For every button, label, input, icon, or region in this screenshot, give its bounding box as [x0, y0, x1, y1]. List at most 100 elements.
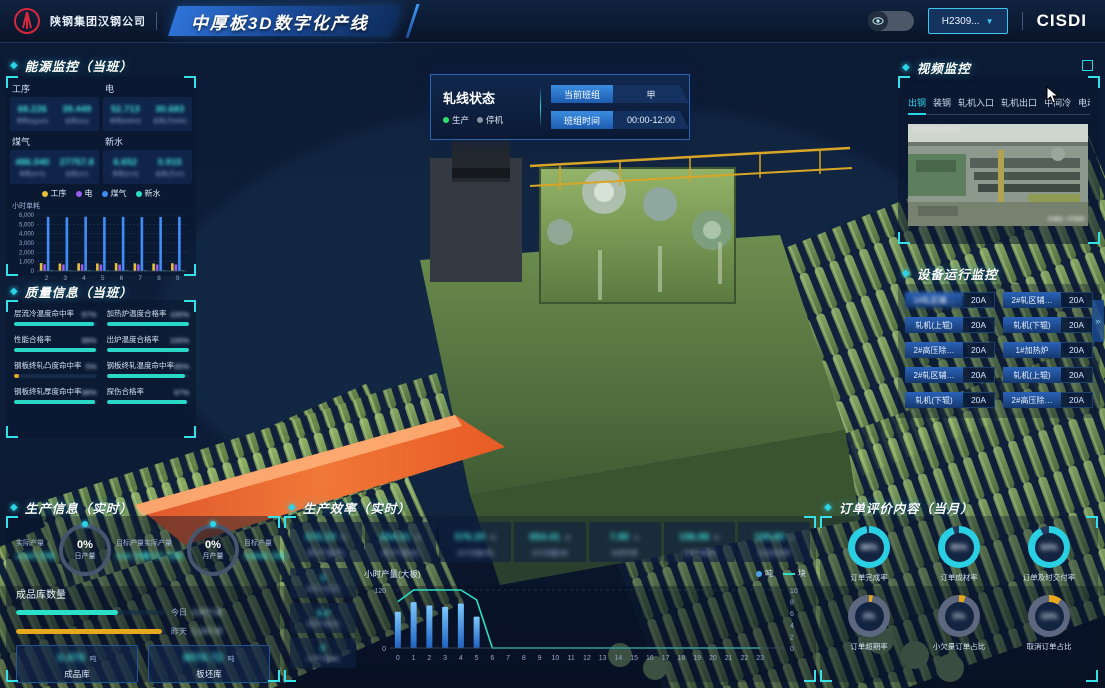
diamond-icon: ◆: [902, 62, 911, 73]
quality-item: 钢板终轧凸度命中率5%: [14, 360, 97, 378]
svg-text:12: 12: [583, 655, 591, 662]
line-select-dropdown[interactable]: H2309... ▼: [928, 8, 1008, 34]
energy-value: 27757.8: [60, 157, 94, 168]
diamond-icon: ◆: [10, 60, 19, 71]
svg-text:4: 4: [82, 275, 86, 282]
svg-text:4,000: 4,000: [19, 232, 35, 238]
legend-line: [783, 573, 795, 575]
device-row: 2#轧区辅…20A: [1003, 292, 1093, 308]
svg-text:16: 16: [646, 655, 654, 662]
quality-item: 钢板终轧厚度命中率98%: [14, 386, 97, 404]
legend-dot: [756, 571, 762, 577]
video-tab[interactable]: 中间冷: [1044, 96, 1071, 115]
svg-text:23: 23: [756, 655, 764, 662]
diamond-icon: ◆: [10, 502, 19, 513]
diamond-icon: ◆: [288, 502, 297, 513]
devices-panel-title: ◆ 设备运行监控: [902, 264, 998, 283]
legend-dot: [102, 191, 108, 197]
donut-gauge: 3%: [848, 595, 890, 637]
donut-gauge: 10%: [1028, 595, 1070, 637]
device-row: 轧机(下辊)20A: [905, 392, 995, 408]
quality-item: 探伤合格率97%: [107, 386, 190, 404]
svg-text:3,000: 3,000: [19, 241, 35, 247]
video-camera-label: 出钢区 1号相机: [1047, 215, 1085, 223]
efficiency-card: 108.88 %计划完成率: [738, 522, 810, 562]
video-timestamp: 09/13/2023 09:38:27: [911, 127, 961, 133]
line-status-title: 轧线状态: [443, 88, 530, 107]
order-kpi: 98% 订单完成率: [826, 526, 912, 583]
title-slash-decoration: [405, 4, 419, 38]
quality-info-panel: 层流冷温度命中率97% 加热炉温度合格率100% 性能合格率99% 出炉温度合格…: [6, 300, 196, 438]
svg-text:5: 5: [475, 655, 479, 662]
page-title-plate: 中厚板3D数字化产线: [168, 6, 399, 36]
svg-text:17: 17: [662, 655, 670, 662]
shift-time-chip: 班组时间 00:00-12:00: [551, 111, 689, 129]
production-efficiency-panel: 576.23 吨累计产量(吨) 654.41 块累计产量(块) 576.20 吨…: [284, 516, 816, 682]
hourly-chart-title: 小时产量(大板): [364, 568, 810, 580]
svg-text:13: 13: [599, 655, 607, 662]
video-tab[interactable]: 轧机出口: [1001, 96, 1037, 115]
svg-text:14: 14: [614, 655, 622, 662]
shift-stat-card: 0当班计划(块): [290, 568, 356, 598]
svg-text:10: 10: [551, 655, 559, 662]
quality-item: 出炉温度合格率100%: [107, 334, 190, 352]
energy-group-gas: 煤气 486.040单耗(m³/t) 27757.8总耗(m³): [10, 134, 99, 184]
device-row: 2#高压除…20A: [905, 342, 995, 358]
device-row: 1#轧区辅…20A: [905, 292, 995, 308]
svg-text:2: 2: [790, 634, 794, 641]
svg-text:0: 0: [790, 646, 794, 653]
quality-panel-title: ◆ 质量信息（当班）: [10, 282, 133, 301]
svg-text:19: 19: [693, 655, 701, 662]
hourly-output-chart: 1200024681001234567891011121314151617181…: [364, 580, 808, 674]
video-monitor-panel: 出钢 装钢 轧机入口 轧机出口 中间冷 电动辊 09/13/2023 09:38…: [898, 76, 1100, 244]
donut-gauge: 5%: [938, 595, 980, 637]
panel-collapse-icon[interactable]: [1082, 60, 1093, 71]
video-tab[interactable]: 电动辊: [1078, 96, 1090, 115]
video-feed[interactable]: 09/13/2023 09:38:27 出钢区 1号相机: [908, 124, 1088, 226]
quality-item: 性能合格率99%: [14, 334, 97, 352]
progress-fill: [14, 348, 96, 352]
cisdi-brand-logo: CISDI: [1037, 11, 1087, 31]
video-tab[interactable]: 轧机入口: [958, 96, 994, 115]
device-row: 轧机(上辊)20A: [1003, 367, 1093, 383]
company-name: 陕钢集团汉钢公司: [50, 13, 146, 29]
efficiency-panel-title: ◆ 生产效率（实时）: [288, 498, 411, 517]
video-tab[interactable]: 出钢: [908, 96, 926, 115]
svg-text:3: 3: [443, 655, 447, 662]
svg-text:11: 11: [567, 655, 574, 662]
daily-output-gauge: 实际产量 0.045 万吨 0% 日产量 目标产量 9.00 万吨: [16, 524, 144, 576]
svg-text:0: 0: [396, 655, 400, 662]
shift-stat-card: 8.4当班产量(块): [290, 603, 356, 633]
device-row: 2#高压除…20A: [1003, 392, 1093, 408]
device-row: 2#轧区辅…20A: [905, 367, 995, 383]
toggle-knob[interactable]: [868, 11, 888, 31]
energy-value: 52.713: [111, 104, 140, 115]
efficiency-card: 654.41 块累计产量(块): [365, 522, 437, 562]
progress-fill: [16, 629, 162, 634]
legend-dot: [42, 191, 48, 197]
progress-fill: [16, 610, 118, 615]
line-status-legend: 生产 停机: [443, 114, 530, 126]
monthly-output-gauge: 实际产量 0.767 万吨 0% 月产量 目标产量 5.8000 万吨: [144, 524, 272, 576]
side-panel-handle[interactable]: »: [1092, 300, 1104, 342]
order-kpi: 5% 小欠量订单占比: [916, 595, 1002, 652]
diamond-icon: ◆: [10, 286, 19, 297]
order-kpi: 93% 订单及时交付率: [1006, 526, 1092, 583]
video-tab[interactable]: 装钢: [933, 96, 951, 115]
device-monitor-panel: 1#轧区辅…20A 2#轧区辅…20A 轧机(上辊)20A 轧机(下辊)20A …: [898, 284, 1100, 418]
svg-text:6,000: 6,000: [19, 213, 35, 219]
energy-value: 68.226: [18, 104, 47, 115]
svg-text:8: 8: [522, 655, 526, 662]
gauge-ring: 0% 月产量: [187, 524, 239, 576]
status-dot-production: [443, 117, 449, 123]
energy-group-water: 新水 6.652单耗(m³/t) 0.915总耗(万m³): [103, 134, 192, 184]
quality-item: 钢板终轧温度命中率95%: [107, 360, 190, 378]
progress-fill: [107, 348, 190, 352]
order-kpi: 3% 订单超期率: [826, 595, 912, 652]
visibility-toggle[interactable]: [868, 11, 914, 31]
header-divider: [156, 12, 157, 30]
progress-fill: [14, 400, 95, 404]
finished-stock-card: 0.476 吨 成品库: [16, 645, 138, 683]
stock-section-title: 成品库数量: [16, 586, 270, 601]
energy-panel-title: ◆ 能源监控（当班）: [10, 56, 133, 75]
